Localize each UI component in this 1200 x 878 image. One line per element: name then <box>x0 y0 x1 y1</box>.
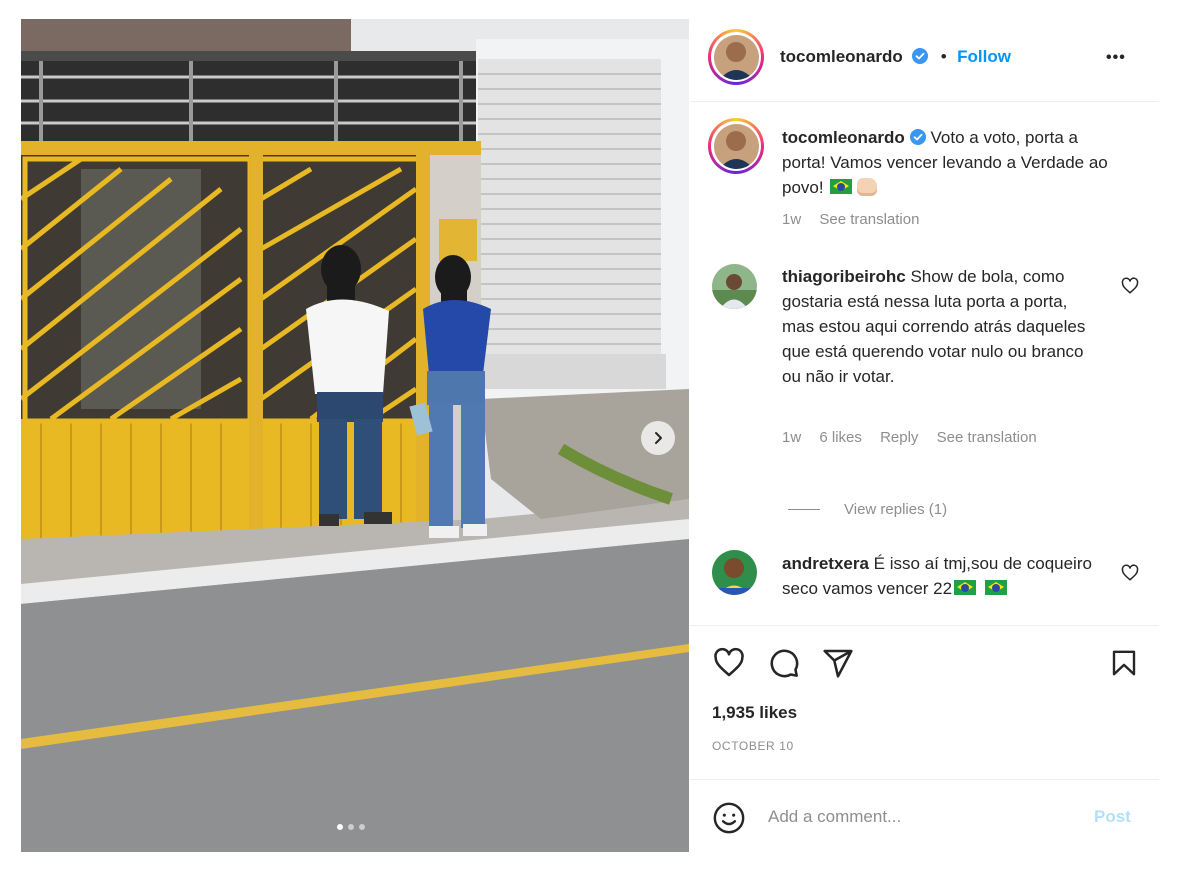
carousel-indicator <box>337 824 365 830</box>
comment-username[interactable]: thiagoribeirohc <box>782 267 906 286</box>
carousel-next-button[interactable] <box>641 421 675 455</box>
post-side-panel: tocomleonardo • Follow ••• tocomleonardo… <box>690 19 1159 852</box>
comment-text-block: andretxera É isso aí tmj,sou de coqueiro… <box>782 551 1112 615</box>
view-replies-line <box>788 509 820 510</box>
post-comment-button[interactable]: Post <box>1094 807 1131 827</box>
street-scene-image <box>21 19 689 852</box>
brazil-flag-icon <box>830 179 853 194</box>
comments-divider <box>690 625 1159 626</box>
more-options-icon[interactable]: ••• <box>1106 49 1126 67</box>
comment-meta: 1w 6 likes Reply See translation <box>782 429 1051 446</box>
carousel-dot <box>348 824 354 830</box>
comment-text-block: thiagoribeirohc Show de bola, como gosta… <box>782 264 1102 389</box>
share-icon[interactable] <box>822 647 854 679</box>
comment-input[interactable] <box>768 803 1068 831</box>
comment-reply[interactable]: Reply <box>880 429 918 446</box>
bookmark-icon[interactable] <box>1109 647 1139 679</box>
heart-icon[interactable] <box>712 647 746 679</box>
view-replies-button[interactable]: View replies (1) <box>788 501 947 518</box>
author-avatar-image <box>713 34 759 80</box>
commenter-avatar-image <box>712 550 757 595</box>
comment-like-heart-icon[interactable] <box>1121 564 1139 582</box>
author-avatar[interactable] <box>708 29 764 85</box>
commenter-avatar-image <box>712 264 757 309</box>
comment-see-translation[interactable]: See translation <box>937 429 1037 446</box>
carousel-dot-active <box>337 824 343 830</box>
caption-text-block: tocomleonardo Voto a voto, porta a porta… <box>782 125 1112 200</box>
raised-fist-icon <box>857 178 878 196</box>
brazil-flag-icon <box>954 580 977 595</box>
comment-bar-divider <box>690 779 1159 780</box>
post-photo[interactable] <box>21 19 689 852</box>
caption-see-translation[interactable]: See translation <box>819 211 919 228</box>
comment-time: 1w <box>782 429 802 446</box>
post-header: tocomleonardo • Follow ••• <box>690 19 1159 101</box>
comment-icon[interactable] <box>768 647 800 679</box>
comment-like-heart-icon[interactable] <box>1121 277 1139 295</box>
caption-time: 1w <box>782 211 802 228</box>
commenter-avatar[interactable] <box>712 550 757 595</box>
action-bar <box>712 647 1142 683</box>
verified-badge-icon <box>909 129 926 145</box>
comment-likes[interactable]: 6 likes <box>819 429 862 446</box>
post-date: OCTOBER 10 <box>712 739 794 753</box>
commenter-avatar[interactable] <box>712 264 757 309</box>
header-divider <box>690 101 1159 102</box>
caption-meta: 1w See translation <box>782 211 933 228</box>
carousel-dot <box>359 824 365 830</box>
caption-avatar[interactable] <box>708 118 764 174</box>
comment-bar: Post <box>690 781 1159 852</box>
likes-count[interactable]: 1,935 likes <box>712 703 797 723</box>
chevron-right-icon <box>655 432 662 444</box>
emoji-icon[interactable] <box>712 801 746 835</box>
caption-username[interactable]: tocomleonardo <box>782 128 905 147</box>
author-username[interactable]: tocomleonardo <box>780 47 903 66</box>
view-replies-label: View replies (1) <box>844 501 948 518</box>
header-bullet: • <box>940 47 947 66</box>
follow-button[interactable]: Follow <box>957 47 1011 66</box>
brazil-flag-icon <box>984 580 1007 595</box>
verified-badge-icon <box>912 48 929 64</box>
comment-username[interactable]: andretxera <box>782 554 869 573</box>
caption-avatar-image <box>713 123 759 169</box>
